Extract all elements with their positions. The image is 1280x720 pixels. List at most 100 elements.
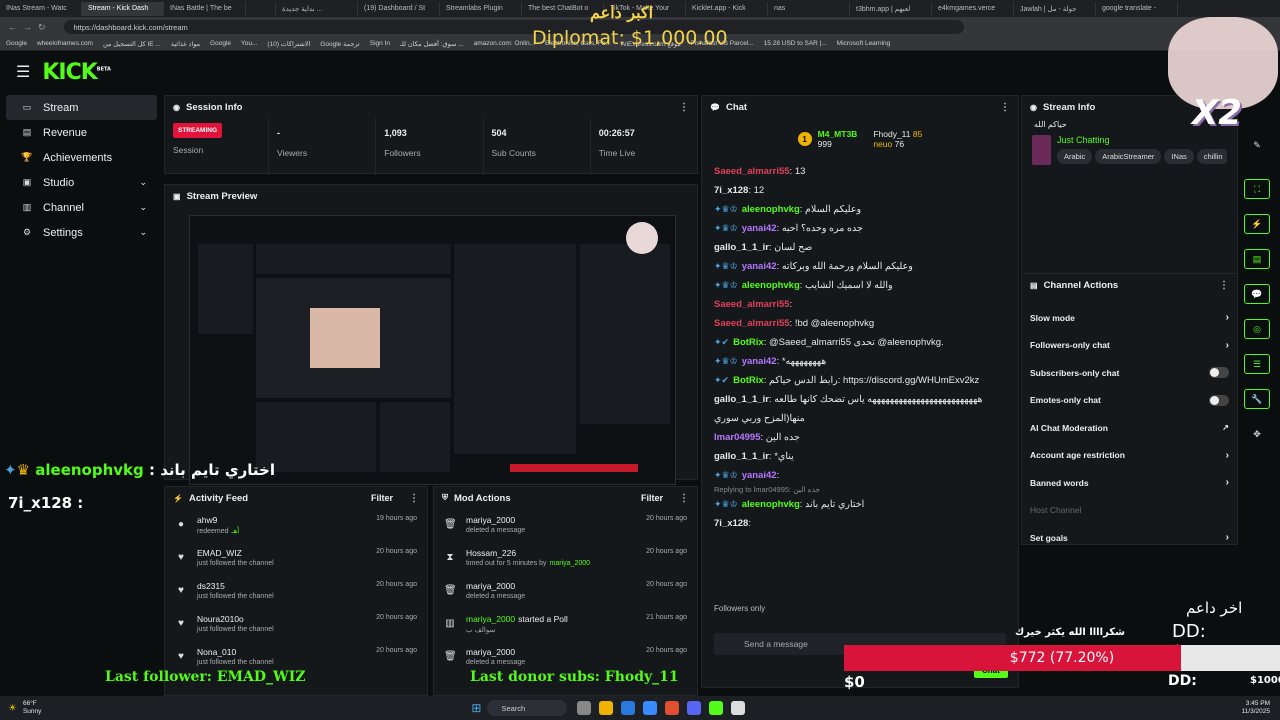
activity-username[interactable]: ds2315 [197,581,376,591]
app-icon[interactable] [709,701,724,715]
activity-username[interactable]: EMAD_WIZ [197,548,376,558]
bookmark-item[interactable]: سوق: أفضل مكان للـ ... [400,40,464,48]
card-icon[interactable]: ☰ [1244,354,1270,374]
browser-tab[interactable]: Jawlah | جولة - مل [1014,1,1096,16]
channel-action-account-age-restriction[interactable]: Account age restriction › [1022,442,1237,470]
chat-username[interactable]: aleenophvkg [742,204,800,215]
activity-filter-button[interactable]: Filter [371,493,393,503]
mod-username[interactable]: Hossam_226 [466,548,646,558]
move-icon[interactable]: ✥ [1244,424,1270,444]
chrome-icon[interactable] [731,701,746,715]
toggle-switch[interactable] [1209,394,1229,406]
activity-username[interactable]: Nona_010 [197,647,376,657]
channel-action-set-goals[interactable]: Set goals › [1022,524,1237,552]
browser-tab[interactable] [246,1,276,16]
sidebar-item-studio[interactable]: ▣ Studio ⌄ [6,170,157,195]
toggle-switch[interactable] [1209,367,1229,379]
tag-chip[interactable]: INas [1164,149,1194,164]
chat-username[interactable]: aleenophvkg [742,280,800,291]
taskview-icon[interactable] [577,701,592,715]
store-icon[interactable] [643,701,658,715]
edit-icon[interactable]: ✎ [1244,135,1270,155]
mod-username[interactable]: mariya_2000 [466,581,646,591]
mod-name[interactable]: mariya_2000 [466,515,515,525]
chat-username[interactable]: yanai42 [742,470,777,481]
bookmark-item[interactable]: الاشتراكات (10) [267,40,310,48]
channel-action-ai-chat-moderation[interactable]: AI Chat Moderation ↗ [1022,414,1237,442]
bookmark-item[interactable]: Google ترجمة [320,40,359,48]
brave-icon[interactable] [665,701,680,715]
channel-action-subscribers-only-chat[interactable]: Subscribers-only chat [1022,359,1237,387]
activity-username[interactable]: Noura2010o [197,614,376,624]
taskbar-search[interactable]: Search [487,700,568,716]
chat-username[interactable]: 7i_x128 [714,518,748,529]
channel-action-banned-words[interactable]: Banned words › [1022,469,1237,497]
url-input[interactable]: https://dashboard.kick.com/stream [63,20,964,34]
bookmark-item[interactable]: Microsoft Learning [837,40,890,47]
bookmark-item[interactable]: Sign In [370,40,390,47]
bookmark-item[interactable]: 15.28 USD to SAR |... [764,40,827,47]
kebab-icon[interactable]: ⋮ [409,493,419,504]
channel-action-slow-mode[interactable]: Slow mode › [1022,304,1237,332]
mod-name[interactable]: mariya_2000 [466,614,515,624]
discord-icon[interactable] [687,701,702,715]
chat-username[interactable]: BotRix [733,337,764,348]
bookmark-item[interactable]: amazon.com: Onlin... [474,40,535,47]
tag-chip[interactable]: ArabicStreamer [1095,149,1162,164]
chat-username[interactable]: Saeed_almarri55 [714,318,790,329]
mod-by-user[interactable]: mariya_2000 [550,560,590,567]
browser-tab[interactable]: بداية جديدة ... [276,1,358,16]
forward-icon[interactable]: → [23,22,32,32]
browser-tab[interactable]: INas Stream - Watc [0,1,82,16]
fullscreen-icon[interactable]: ⛶ [1244,179,1270,199]
chat-username[interactable]: yanai42 [742,223,777,234]
bookmark-item[interactable]: كل التسجيل من IE ... [103,40,161,48]
chat-username[interactable]: BotRix [733,375,764,386]
browser-tab[interactable]: Kicklet.app - Kick [686,1,768,16]
browser-tab[interactable]: google translate - [1096,1,1178,16]
browser-tab[interactable]: Streamlabs Plugin [440,1,522,16]
bookmark-item[interactable]: مواد غذائية [171,40,200,48]
mod-name[interactable]: mariya_2000 [466,647,515,657]
mod-username[interactable]: mariya_2000 [466,515,646,525]
bookmark-item[interactable]: Google [6,40,27,47]
note-icon[interactable]: ▤ [1244,249,1270,269]
chat-username[interactable]: Saeed_almarri55 [714,166,790,177]
chat-username[interactable]: Saeed_almarri55 [714,299,790,310]
back-icon[interactable]: ← [8,22,17,32]
channel-action-emotes-only-chat[interactable]: Emotes-only chat [1022,387,1237,415]
category-label[interactable]: Just Chatting [1057,135,1227,145]
browser-tab[interactable]: INas Battle | The be [164,1,246,16]
mod-username[interactable]: mariya_2000 [466,647,646,657]
browser-tab[interactable]: nas [768,1,850,16]
kebab-icon[interactable]: ⋮ [1000,102,1010,113]
chat-username[interactable]: lmar04995 [714,432,760,443]
chat-username[interactable]: gallo_1_1_ir [714,394,769,405]
menu-icon[interactable]: ☰ [16,62,30,82]
chat-username[interactable]: gallo_1_1_ir [714,451,769,462]
mod-username[interactable]: mariya_2000 started a Poll [466,614,646,624]
windows-start-icon[interactable]: ⊞ [471,701,481,715]
browser-tab[interactable]: Stream - Kick Dash [82,1,164,16]
chat-rail-icon[interactable]: 💬 [1244,284,1270,304]
sidebar-item-revenue[interactable]: ▤ Revenue [6,120,157,145]
bolt-rail-icon[interactable]: ⚡ [1244,214,1270,234]
chat-username[interactable]: yanai42 [742,261,777,272]
bookmark-item[interactable]: Google [210,40,231,47]
chat-username[interactable]: aleenophvkg [742,499,800,510]
kebab-icon[interactable]: ⋮ [679,493,689,504]
kebab-icon[interactable]: ⋮ [1219,280,1229,291]
sidebar-item-stream[interactable]: ▭ Stream [6,95,157,120]
kebab-icon[interactable]: ⋮ [679,102,689,113]
kick-logo[interactable]: KICKBETA [42,60,111,85]
chat-username[interactable]: 7i_x128 [714,185,748,196]
channel-action-followers-only-chat[interactable]: Followers-only chat › [1022,332,1237,360]
file-explorer-icon[interactable] [599,701,614,715]
sidebar-item-channel[interactable]: ▥ Channel ⌄ [6,195,157,220]
sidebar-item-achievements[interactable]: 🏆 Achievements [6,145,157,170]
activity-username[interactable]: ahw9 [197,515,376,525]
edge-icon[interactable] [621,701,636,715]
browser-tab[interactable]: t3bhm.app | لعبهم [850,1,932,16]
browser-tab[interactable]: (19) Dashboard / St [358,1,440,16]
bookmark-item[interactable]: You... [241,40,257,47]
